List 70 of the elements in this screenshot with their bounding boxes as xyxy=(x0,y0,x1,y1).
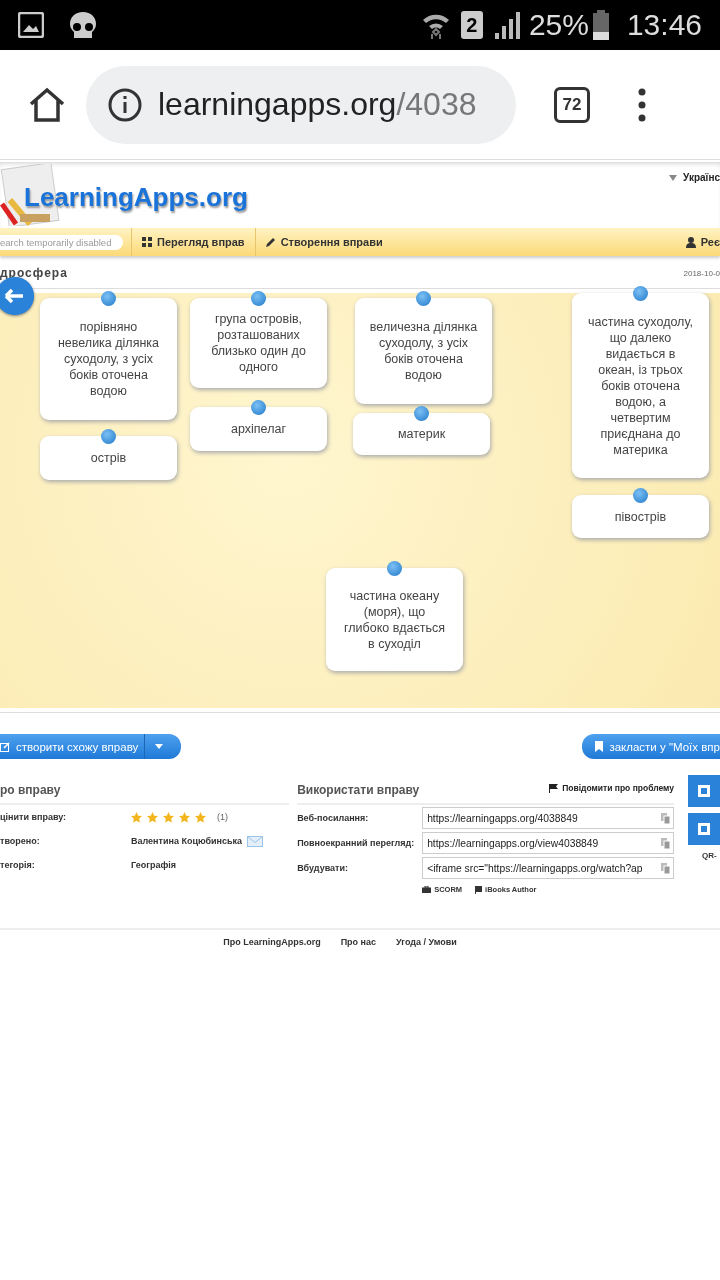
menu-icon[interactable] xyxy=(638,87,646,122)
user-icon xyxy=(685,236,696,248)
matching-card[interactable]: порівняно невелика ділянка суходолу, з усіх боків оточена водою xyxy=(40,298,177,420)
report-problem-link[interactable]: Повідомити про проблему xyxy=(562,783,674,793)
link-field[interactable]: https://learningapps.org/view4038849 xyxy=(422,832,674,854)
battery-icon xyxy=(592,10,609,40)
star-icon[interactable] xyxy=(163,811,174,823)
section-heading: Використати вправу xyxy=(297,783,420,797)
star-icon[interactable] xyxy=(147,811,158,823)
qr-label: QR- xyxy=(702,851,718,860)
clock-time: 13:46 xyxy=(626,8,702,42)
language-selector[interactable]: Українс xyxy=(683,172,720,183)
address-bar[interactable]: learningapps.org/4038 xyxy=(86,65,516,144)
field-label: творено: xyxy=(0,836,41,846)
nav-link[interactable]: Створення вправи xyxy=(280,236,383,248)
create-similar-button[interactable]: створити схожу вправу xyxy=(0,734,182,759)
info-icon[interactable] xyxy=(108,87,142,122)
dropdown-caret-icon[interactable] xyxy=(669,174,678,181)
exercise-title: дросфера xyxy=(0,266,68,280)
bookmark-icon xyxy=(595,741,604,752)
star-icon[interactable] xyxy=(179,811,190,823)
sim-indicator: 2 xyxy=(460,11,483,39)
skull-icon xyxy=(68,11,98,39)
briefcase-icon xyxy=(422,886,432,893)
qr-code[interactable] xyxy=(688,775,720,807)
copy-icon[interactable] xyxy=(661,862,671,874)
nav-link[interactable]: Реє xyxy=(700,236,720,248)
footer-link[interactable]: Угода / Умови xyxy=(396,937,457,947)
matching-card[interactable]: частина океану (моря), що глибоко вдається в суходіл xyxy=(326,568,463,671)
footer-link[interactable]: Про LearningApps.org xyxy=(223,937,321,947)
field-label: Повноекранний перегляд: xyxy=(297,838,416,848)
gallery-icon xyxy=(18,12,44,38)
star-icon[interactable] xyxy=(131,811,142,823)
tab-count-button[interactable]: 72 xyxy=(554,86,590,123)
star-icon[interactable] xyxy=(195,811,206,823)
caret-icon[interactable] xyxy=(155,744,164,749)
flag-icon xyxy=(549,783,559,793)
matching-card[interactable]: величезна ділянка суходолу, з усіх боків оточена водою xyxy=(355,298,492,404)
field-label: Вбудувати: xyxy=(297,863,350,873)
battery-percent: 25% xyxy=(528,8,589,42)
copy-icon[interactable] xyxy=(661,837,671,849)
link-field[interactable]: <iframe src="https://learningapps.org/watch?ap xyxy=(422,857,674,879)
field-label: цінити вправу: xyxy=(0,812,68,822)
matching-card[interactable]: материк xyxy=(353,413,490,455)
section-heading: ро вправу xyxy=(0,783,61,797)
bookmark-button[interactable]: закласти у "Моїх впр xyxy=(582,734,720,759)
matching-card[interactable]: архіпелаг xyxy=(190,407,327,451)
author-name[interactable]: Валентина Коцюбинська xyxy=(131,836,243,846)
rating-count: (1) xyxy=(217,812,228,822)
pencil-icon xyxy=(265,237,276,247)
nav-link[interactable]: Перегляд вправ xyxy=(157,236,245,248)
home-icon[interactable] xyxy=(28,86,66,123)
qr-code[interactable] xyxy=(688,813,720,845)
edit-icon xyxy=(0,741,10,752)
matching-card[interactable]: острів xyxy=(40,436,177,480)
link-field[interactable]: https://learningapps.org/4038849 xyxy=(422,807,674,829)
signal-icon xyxy=(492,11,521,39)
matching-card[interactable]: півострів xyxy=(572,495,709,538)
date-text: 2018-10-0 xyxy=(683,268,720,278)
site-logo[interactable]: LearningApps.org xyxy=(24,181,248,213)
matching-card[interactable]: група островів, розташованих близько один до одного xyxy=(190,298,327,388)
field-label: тегорія: xyxy=(0,860,36,870)
matching-card[interactable]: частина суходолу, що далеко видається в океан, із трьох боків оточена водою, а четвертим приєднана до материка xyxy=(572,293,709,478)
copy-icon[interactable] xyxy=(661,812,671,824)
book-icon xyxy=(474,885,483,894)
footer-link[interactable]: Про нас xyxy=(340,937,377,947)
envelope-icon[interactable] xyxy=(247,835,264,847)
grid-icon xyxy=(142,237,152,247)
field-label: Веб-посилання: xyxy=(297,813,370,823)
category-value: Географія xyxy=(131,860,178,870)
